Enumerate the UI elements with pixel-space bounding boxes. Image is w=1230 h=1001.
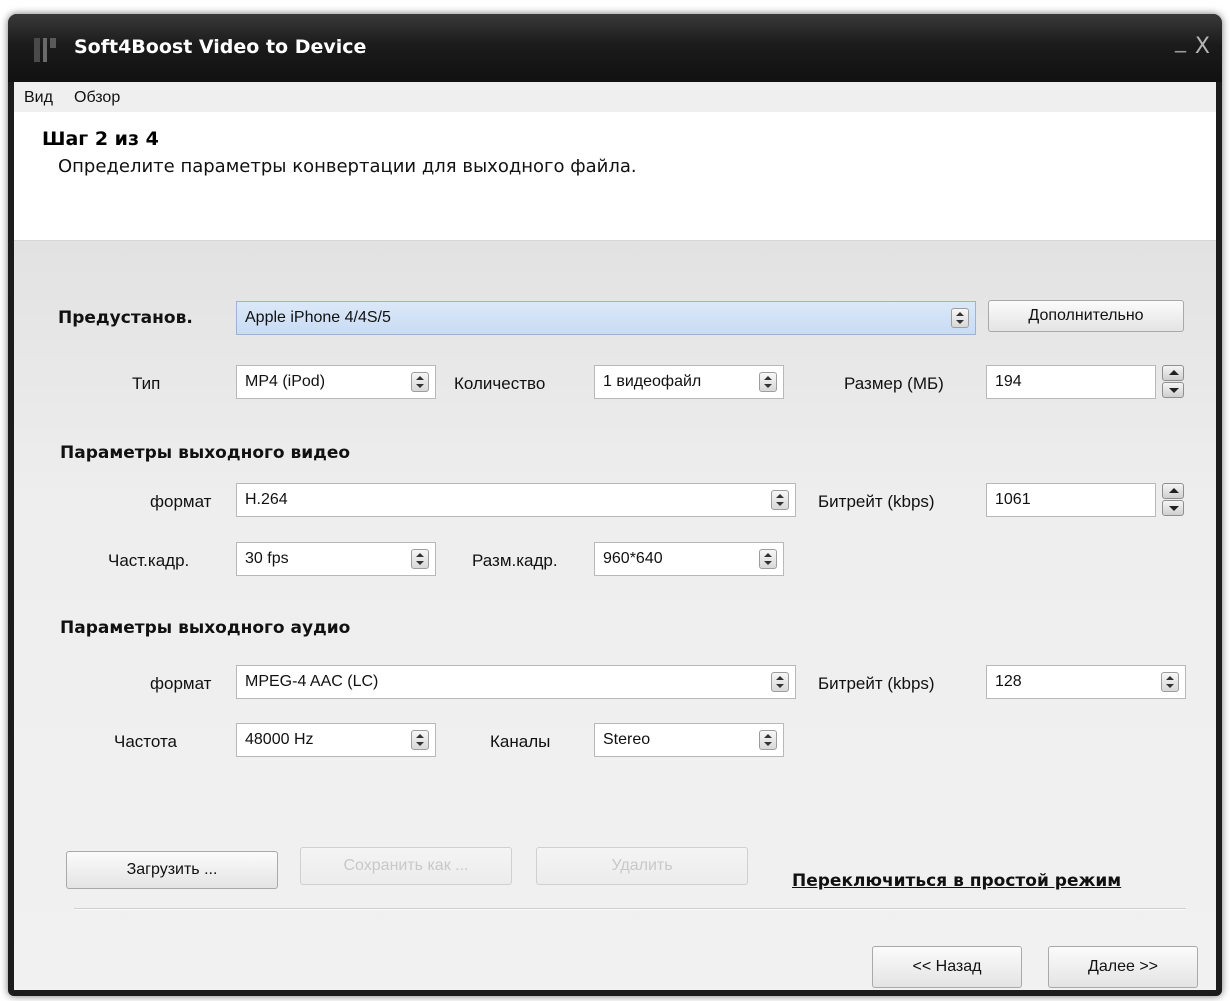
simple-mode-link[interactable]: Переключиться в простой режим (792, 871, 1121, 891)
framerate-select[interactable]: 30 fps (236, 542, 436, 576)
app-logo-icon (34, 38, 56, 62)
audio-format-select[interactable]: MPEG-4 AAC (LC) (236, 665, 796, 699)
client-area: Вид Обзор Шаг 2 из 4 Определите параметр… (14, 82, 1216, 990)
audio-bitrate-value: 128 (995, 673, 1022, 690)
video-bitrate-down-icon[interactable] (1162, 500, 1184, 516)
menu-browse[interactable]: Обзор (74, 89, 120, 107)
window-title: Soft4Boost Video to Device (74, 36, 367, 58)
framesize-label: Разм.кадр. (472, 551, 558, 570)
framerate-label: Част.кадр. (108, 551, 190, 570)
size-input[interactable]: 194 (986, 365, 1156, 399)
size-value: 194 (995, 373, 1022, 390)
delete-button[interactable]: Удалить (536, 847, 748, 885)
frequency-spin-icon[interactable] (411, 730, 429, 750)
audio-bitrate-spin-icon[interactable] (1161, 672, 1179, 692)
save-as-button[interactable]: Сохранить как ... (300, 847, 512, 885)
menu-bar: Вид Обзор (14, 82, 1216, 112)
channels-label: Каналы (490, 732, 551, 751)
step-description: Определите параметры конвертации для вых… (58, 156, 637, 177)
size-label: Размер (МБ) (844, 374, 944, 393)
preset-select[interactable]: Apple iPhone 4/4S/5 (236, 301, 976, 335)
count-spin-icon[interactable] (759, 372, 777, 392)
preset-label: Предустанов. (58, 308, 193, 328)
preset-spin-icon[interactable] (951, 308, 969, 328)
minimize-button[interactable]: _ (1175, 28, 1186, 53)
channels-spin-icon[interactable] (759, 730, 777, 750)
close-button[interactable]: X (1195, 34, 1210, 59)
channels-value: Stereo (603, 731, 651, 748)
video-format-spin-icon[interactable] (771, 490, 789, 510)
type-select[interactable]: MP4 (iPod) (236, 365, 436, 399)
next-button[interactable]: Далее >> (1048, 946, 1198, 988)
count-select[interactable]: 1 видеофайл (594, 365, 784, 399)
audio-format-label: формат (150, 674, 212, 693)
size-stepper[interactable] (1162, 365, 1184, 399)
type-spin-icon[interactable] (411, 372, 429, 392)
video-bitrate-stepper[interactable] (1162, 483, 1184, 517)
framesize-select[interactable]: 960*640 (594, 542, 784, 576)
video-section-title: Параметры выходного видео (60, 443, 351, 463)
menu-view[interactable]: Вид (24, 89, 53, 107)
video-bitrate-input[interactable]: 1061 (986, 483, 1156, 517)
audio-section-title: Параметры выходного аудио (60, 618, 351, 638)
step-title: Шаг 2 из 4 (42, 128, 159, 150)
settings-panel: Предустанов. Apple iPhone 4/4S/5 Дополни… (14, 241, 1216, 990)
count-value: 1 видеофайл (603, 373, 702, 390)
advanced-button[interactable]: Дополнительно (988, 300, 1184, 332)
video-bitrate-label: Битрейт (kbps) (818, 492, 935, 511)
size-down-icon[interactable] (1162, 382, 1184, 398)
video-bitrate-value: 1061 (995, 491, 1031, 508)
step-header: Шаг 2 из 4 Определите параметры конверта… (14, 112, 1216, 241)
audio-bitrate-label: Битрейт (kbps) (818, 674, 935, 693)
footer-divider (74, 908, 1186, 910)
frequency-label: Частота (114, 732, 178, 751)
preset-value: Apple iPhone 4/4S/5 (245, 309, 391, 326)
type-label: Тип (132, 374, 161, 393)
audio-format-value: MPEG-4 AAC (LC) (245, 673, 379, 690)
audio-format-spin-icon[interactable] (771, 672, 789, 692)
video-format-value: H.264 (245, 491, 288, 508)
size-up-icon[interactable] (1162, 365, 1184, 381)
frequency-value: 48000 Hz (245, 731, 314, 748)
app-window: Soft4Boost Video to Device _ X Вид Обзор… (8, 14, 1222, 996)
framesize-spin-icon[interactable] (759, 549, 777, 569)
title-bar[interactable]: Soft4Boost Video to Device _ X (8, 14, 1222, 82)
back-button[interactable]: << Назад (872, 946, 1022, 988)
framerate-spin-icon[interactable] (411, 549, 429, 569)
load-button[interactable]: Загрузить ... (66, 851, 278, 889)
type-value: MP4 (iPod) (245, 373, 326, 390)
framesize-value: 960*640 (603, 550, 663, 567)
frequency-select[interactable]: 48000 Hz (236, 723, 436, 757)
video-bitrate-up-icon[interactable] (1162, 483, 1184, 499)
channels-select[interactable]: Stereo (594, 723, 784, 757)
framerate-value: 30 fps (245, 550, 289, 567)
video-format-label: формат (150, 492, 212, 511)
audio-bitrate-select[interactable]: 128 (986, 665, 1186, 699)
count-label: Количество (454, 374, 546, 393)
video-format-select[interactable]: H.264 (236, 483, 796, 517)
